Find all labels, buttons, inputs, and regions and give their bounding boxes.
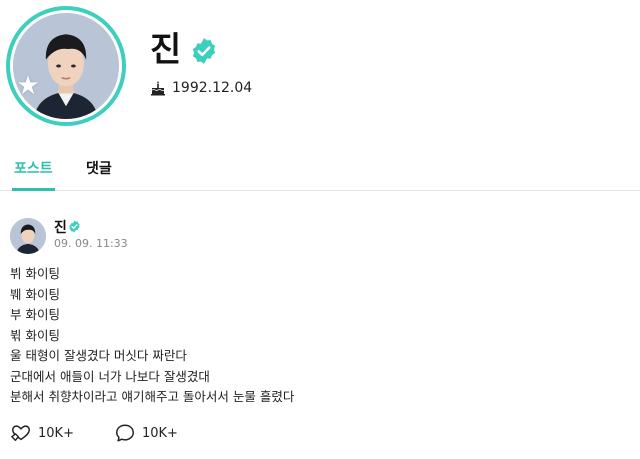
post-author-photo xyxy=(10,218,46,254)
star-icon: ★ xyxy=(16,71,40,101)
post-line: 군대에서 애들이 너가 나보다 잘생겼대 xyxy=(10,368,210,384)
post-author-avatar[interactable] xyxy=(10,218,46,254)
speech-bubble-icon xyxy=(115,424,134,442)
post-line: 부 화이팅 xyxy=(10,307,60,322)
post-timestamp: 09. 09. 11:33 xyxy=(54,237,128,250)
post-actions: 10K+ 10K+ xyxy=(10,422,218,444)
profile-photo-illustration xyxy=(13,13,119,119)
tab-posts-label: 포스트 xyxy=(14,161,53,177)
like-button[interactable]: 10K+ xyxy=(10,422,74,444)
like-count: 10K+ xyxy=(38,425,74,441)
active-tab-indicator xyxy=(12,188,55,191)
post-line: 울 태형이 잘생겼다 머싯다 짜란다 xyxy=(10,348,187,363)
profile-photo xyxy=(13,13,119,119)
comment-button[interactable]: 10K+ xyxy=(114,422,178,444)
post-line: 뷔 화이팅 xyxy=(10,266,60,281)
verified-badge-icon xyxy=(69,220,80,233)
tab-comments-label: 댓글 xyxy=(86,161,112,177)
post-body: 뷔 화이팅 붸 화이팅 부 화이팅 뷖 화이팅 울 태형이 잘생겼다 머싯다 짜… xyxy=(10,264,294,408)
profile-name: 진 xyxy=(150,30,183,70)
verified-badge-icon xyxy=(192,38,216,64)
cake-icon xyxy=(151,81,165,96)
birthday-date: 1992.12.04 xyxy=(172,80,253,96)
tab-bar: 포스트 댓글 xyxy=(0,150,640,191)
heart-hands-icon xyxy=(11,425,30,442)
post-line: 뷖 화이팅 xyxy=(10,327,60,343)
birthday-row: 1992.12.04 xyxy=(150,80,252,96)
tab-posts[interactable]: 포스트 xyxy=(12,158,55,191)
profile-avatar[interactable] xyxy=(6,6,126,126)
tab-comments[interactable]: 댓글 xyxy=(86,158,112,178)
post-author-name[interactable]: 진 xyxy=(54,217,67,237)
post-line: 분해서 취향차이라고 얘기해주고 돌아서서 눈물 흘렸다 xyxy=(10,389,295,404)
post-line: 붸 화이팅 xyxy=(10,286,60,302)
comment-count: 10K+ xyxy=(141,425,178,441)
